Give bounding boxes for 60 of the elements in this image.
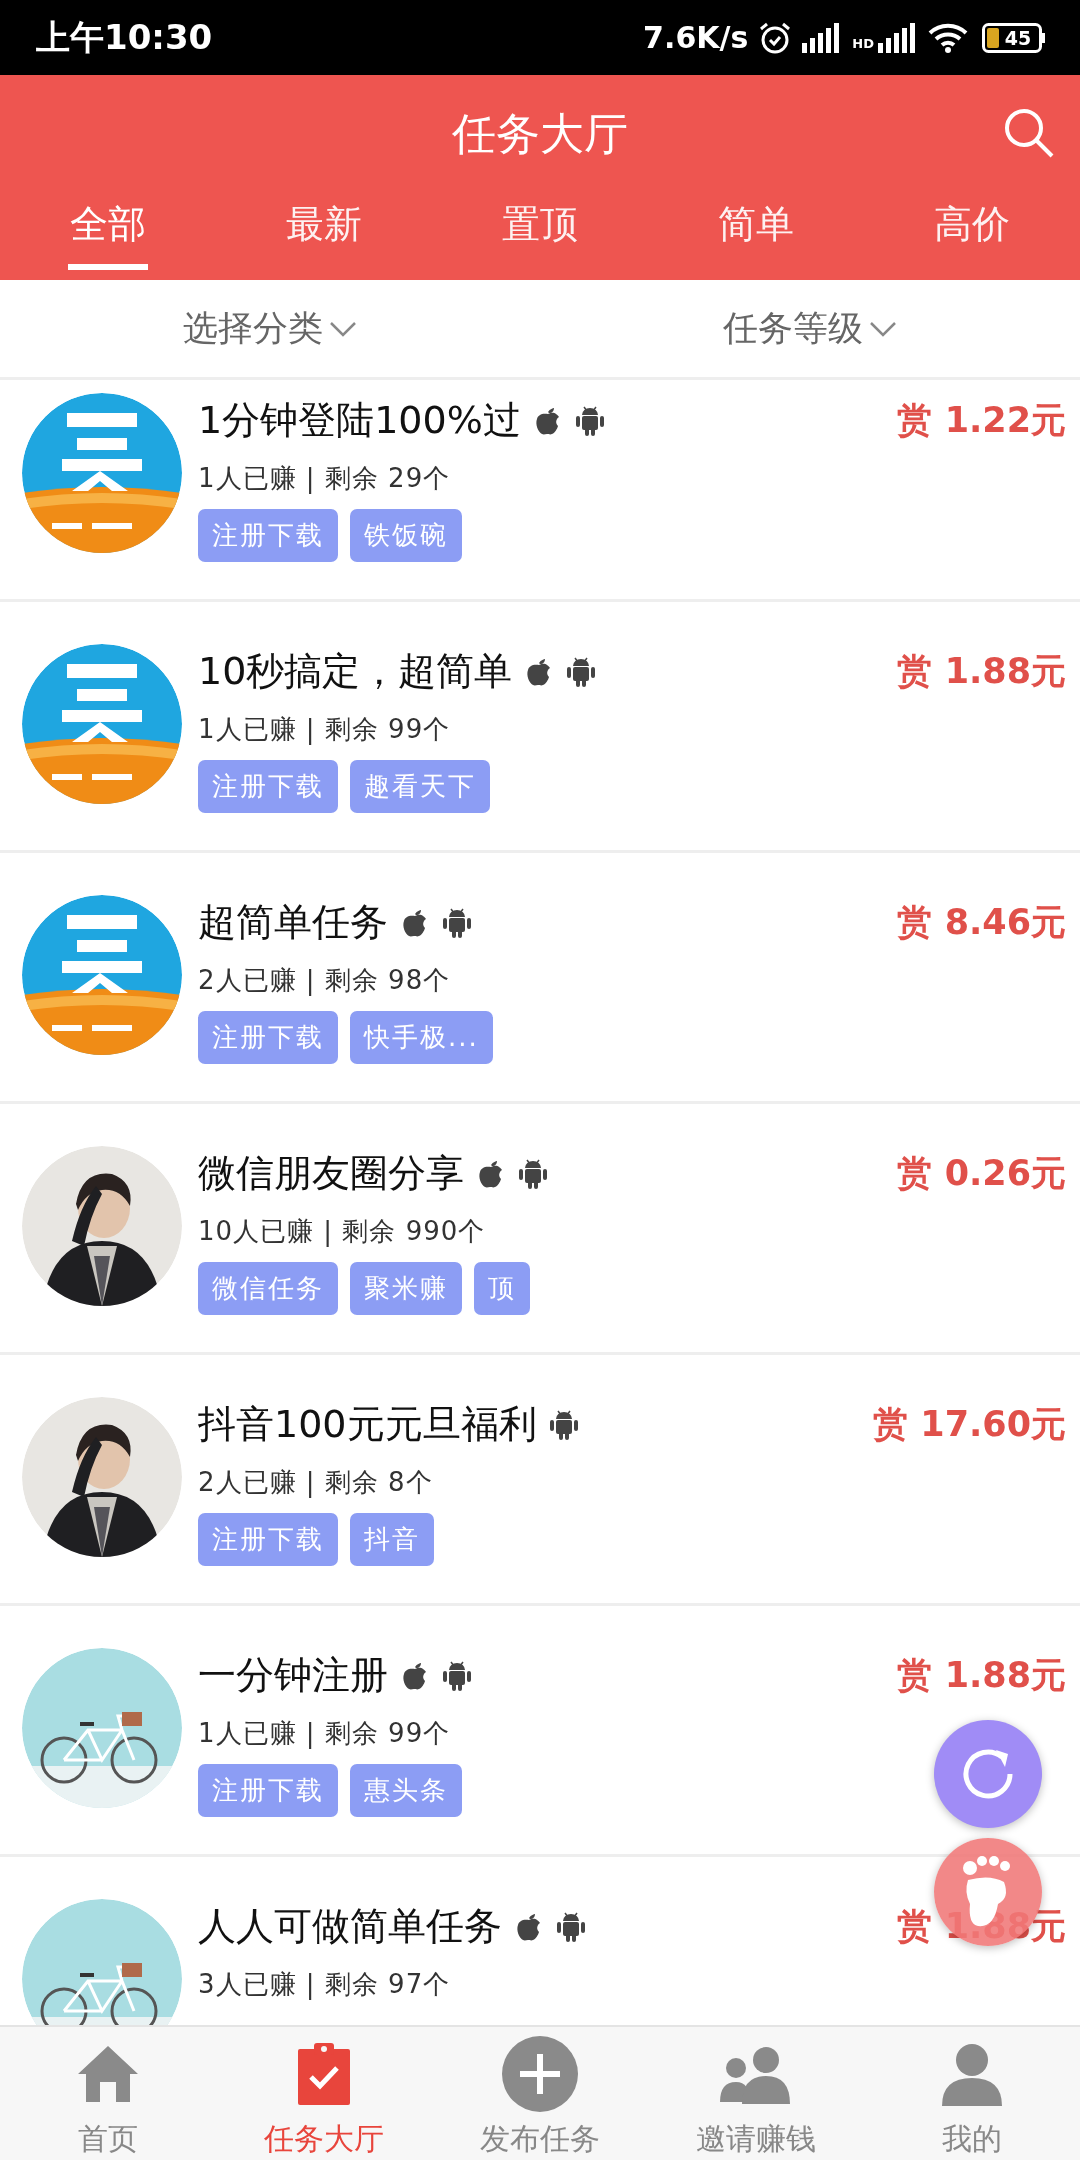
filter-dropdown[interactable]: 选择分类 — [183, 305, 357, 352]
reward-amount: 赏 1.88元 — [897, 649, 1066, 693]
task-tag: 微信任务 — [198, 1262, 338, 1315]
reward-amount: 赏 1.22元 — [897, 398, 1066, 442]
task-tag: 注册下载 — [198, 1764, 338, 1817]
task-tag: 注册下载 — [198, 1011, 338, 1064]
filter-dropdown[interactable]: 任务等级 — [723, 305, 897, 352]
task-tag: 注册下载 — [198, 509, 338, 562]
chevron-down-icon — [869, 319, 897, 338]
task-tag: 聚米赚 — [350, 1262, 462, 1315]
task-stats: 1人已赚 | 剩余 29个 — [198, 462, 452, 495]
task-tag: 快手极... — [350, 1011, 493, 1064]
network-speed: 7.6K/s — [643, 20, 749, 55]
task-tag: 注册下载 — [198, 760, 338, 813]
task-title: 1分钟登陆100%过 — [198, 396, 521, 444]
task-tag: 抖音 — [350, 1513, 434, 1566]
tab[interactable]: 高价 — [864, 193, 1080, 280]
tab[interactable]: 简单 — [648, 193, 864, 280]
task-stats: 2人已赚 | 剩余 8个 — [198, 1466, 434, 1499]
task-title: 人人可做简单任务 — [198, 1902, 502, 1950]
task-title: 抖音100元元旦福利 — [198, 1400, 537, 1448]
task-stats: 3人已赚 | 剩余 97个 — [198, 1968, 452, 2001]
nav-tab[interactable]: 任务大厅 — [216, 2027, 432, 2160]
task-title: 10秒搞定，超简单 — [198, 647, 513, 695]
tab[interactable]: 全部 — [0, 193, 216, 280]
alarm-clock-icon — [758, 20, 793, 55]
reward-amount: 赏 17.60元 — [873, 1402, 1066, 1446]
signal-icon — [878, 22, 918, 53]
reward-amount: 赏 8.46元 — [897, 900, 1066, 944]
task-stats: 10人已赚 | 剩余 990个 — [198, 1215, 487, 1248]
status-time: 上午10:30 — [36, 15, 213, 59]
nav-tab[interactable]: 我的 — [864, 2027, 1080, 2160]
nav-tab[interactable]: 邀请赚钱 — [648, 2027, 864, 2160]
nav-tab[interactable]: 发布任务 — [432, 2027, 648, 2160]
task-title: 一分钟注册 — [198, 1651, 388, 1699]
task-title: 微信朋友圈分享 — [198, 1149, 464, 1197]
task-tag: 注册下载 — [198, 1513, 338, 1566]
wifi-icon — [928, 21, 968, 54]
task-stats: 1人已赚 | 剩余 99个 — [198, 1717, 452, 1750]
nav-tab[interactable]: 首页 — [0, 2027, 216, 2160]
battery-level: 45 — [1004, 26, 1032, 49]
task-tag: 铁饭碗 — [350, 509, 462, 562]
battery-icon — [982, 22, 1046, 53]
task-tag: 趣看天下 — [350, 760, 490, 813]
reward-amount: 赏 0.26元 — [897, 1151, 1066, 1195]
reward-amount: 赏 1.88元 — [897, 1653, 1066, 1697]
task-tag: 惠头条 — [350, 1764, 462, 1817]
network-type-label: HD — [852, 36, 874, 51]
chevron-down-icon — [329, 319, 357, 338]
plus-icon — [502, 2036, 578, 2112]
task-title: 超简单任务 — [198, 898, 388, 946]
task-tag: 顶 — [474, 1262, 530, 1315]
task-stats: 1人已赚 | 剩余 99个 — [198, 713, 452, 746]
clipboard-check-icon — [296, 2041, 352, 2107]
tab[interactable]: 置顶 — [432, 193, 648, 280]
task-stats: 2人已赚 | 剩余 98个 — [198, 964, 452, 997]
screen-title: 任务大厅 — [452, 106, 628, 161]
people-icon — [720, 2044, 792, 2104]
person-icon — [940, 2042, 1004, 2106]
tab[interactable]: 最新 — [216, 193, 432, 280]
